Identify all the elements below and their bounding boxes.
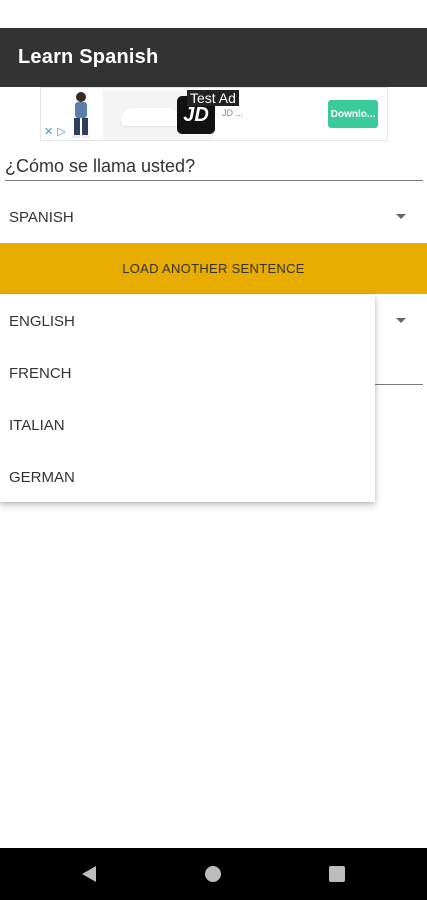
language-option-english[interactable]: ENGLISH [0,295,375,347]
back-icon[interactable] [82,866,96,882]
close-icon[interactable]: ✕ [44,125,53,138]
system-nav-bar [0,848,427,900]
ad-banner[interactable]: JD JD ... Test Ad Downlo... ✕ ▷ [40,87,388,141]
load-another-sentence-button[interactable]: LOAD ANOTHER SENTENCE [0,243,427,294]
source-language-value: SPANISH [9,208,74,226]
dropdown-arrow-icon [396,318,406,323]
sentence-text: ¿Cómo se llama usted? [5,154,423,181]
source-language-spinner[interactable]: SPANISH [0,195,427,239]
ad-model-image [72,92,90,138]
recents-icon[interactable] [329,866,345,882]
test-ad-label: Test Ad [187,90,239,106]
dropdown-arrow-icon [396,214,406,219]
language-option-german[interactable]: GERMAN [0,451,375,503]
ad-download-button[interactable]: Downlo... [328,100,378,128]
app-bar: Learn Spanish [0,28,427,87]
home-icon[interactable] [205,866,221,882]
language-option-french[interactable]: FRENCH [0,347,375,399]
app-title: Learn Spanish [18,46,159,68]
adchoices-icon[interactable]: ✕ ▷ [44,125,66,138]
target-language-dropdown: ENGLISH FRENCH ITALIAN GERMAN [0,295,375,502]
ad-brand-name: JD ... [222,108,244,118]
language-option-italian[interactable]: ITALIAN [0,399,375,451]
status-bar [0,0,427,28]
play-triangle-icon[interactable]: ▷ [57,125,65,138]
